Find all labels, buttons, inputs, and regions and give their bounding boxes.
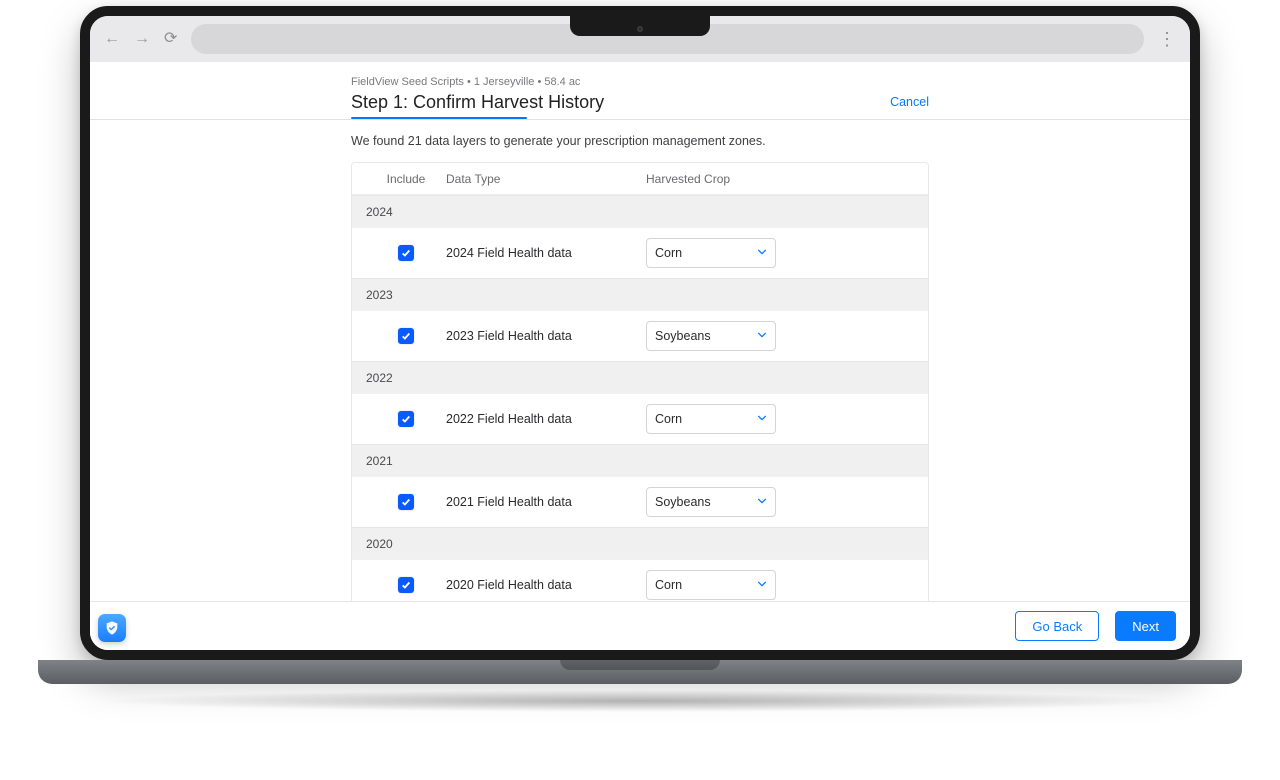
col-harvested-crop: Harvested Crop	[646, 172, 914, 186]
next-button[interactable]: Next	[1115, 611, 1176, 641]
lead-text: We found 21 data layers to generate your…	[351, 134, 929, 148]
data-type-label: 2023 Field Health data	[446, 329, 646, 343]
year-group-header: 2020	[352, 527, 928, 559]
year-group-header: 2024	[352, 195, 928, 227]
year-group-header: 2021	[352, 444, 928, 476]
browser-menu-icon[interactable]: ⋮	[1158, 29, 1176, 50]
table-header-row: Include Data Type Harvested Crop	[352, 163, 928, 195]
reload-icon[interactable]: ⟳	[164, 31, 177, 47]
harvested-crop-select[interactable]: Corn	[646, 570, 776, 600]
include-checkbox[interactable]	[398, 245, 414, 261]
laptop-shadow	[100, 690, 1180, 712]
content-scroll[interactable]: We found 21 data layers to generate your…	[90, 120, 1190, 601]
chevron-down-icon	[757, 495, 767, 509]
table-row: 2023 Field Health dataSoybeans	[352, 310, 928, 361]
table-row: 2024 Field Health dataCorn	[352, 227, 928, 278]
back-icon[interactable]: ←	[104, 31, 120, 47]
include-checkbox[interactable]	[398, 411, 414, 427]
col-data-type: Data Type	[446, 172, 646, 186]
shield-icon[interactable]	[98, 614, 126, 642]
include-checkbox[interactable]	[398, 328, 414, 344]
page-header: FieldView Seed Scripts • 1 Jerseyville •…	[90, 62, 1190, 120]
chevron-down-icon	[757, 578, 767, 592]
harvest-history-table: Include Data Type Harvested Crop 2024202…	[351, 162, 929, 601]
harvested-crop-select[interactable]: Corn	[646, 238, 776, 268]
data-type-label: 2020 Field Health data	[446, 578, 646, 592]
chevron-down-icon	[757, 329, 767, 343]
page-title: Step 1: Confirm Harvest History	[351, 92, 604, 113]
harvested-crop-select[interactable]: Corn	[646, 404, 776, 434]
forward-icon[interactable]: →	[134, 31, 150, 47]
chevron-down-icon	[757, 412, 767, 426]
table-row: 2020 Field Health dataCorn	[352, 559, 928, 601]
include-checkbox[interactable]	[398, 494, 414, 510]
year-group-header: 2022	[352, 361, 928, 393]
wizard-footer: Go Back Next	[90, 601, 1190, 650]
laptop-device-frame: ← → ⟳ ⋮ FieldView Seed Scripts • 1 Jerse…	[80, 6, 1200, 712]
year-group-header: 2023	[352, 278, 928, 310]
camera-notch	[570, 14, 710, 36]
data-type-label: 2024 Field Health data	[446, 246, 646, 260]
laptop-screen: ← → ⟳ ⋮ FieldView Seed Scripts • 1 Jerse…	[80, 6, 1200, 660]
browser-nav-arrows: ← →	[104, 31, 150, 47]
harvested-crop-select[interactable]: Soybeans	[646, 487, 776, 517]
cancel-link[interactable]: Cancel	[890, 95, 929, 109]
app-viewport: FieldView Seed Scripts • 1 Jerseyville •…	[90, 62, 1190, 650]
harvested-crop-select[interactable]: Soybeans	[646, 321, 776, 351]
data-type-label: 2022 Field Health data	[446, 412, 646, 426]
active-step-underline	[351, 117, 527, 119]
go-back-button[interactable]: Go Back	[1015, 611, 1099, 641]
table-row: 2022 Field Health dataCorn	[352, 393, 928, 444]
include-checkbox[interactable]	[398, 577, 414, 593]
data-type-label: 2021 Field Health data	[446, 495, 646, 509]
laptop-base	[38, 660, 1242, 684]
breadcrumb: FieldView Seed Scripts • 1 Jerseyville •…	[351, 76, 929, 88]
table-row: 2021 Field Health dataSoybeans	[352, 476, 928, 527]
chevron-down-icon	[757, 246, 767, 260]
col-include: Include	[366, 172, 446, 186]
